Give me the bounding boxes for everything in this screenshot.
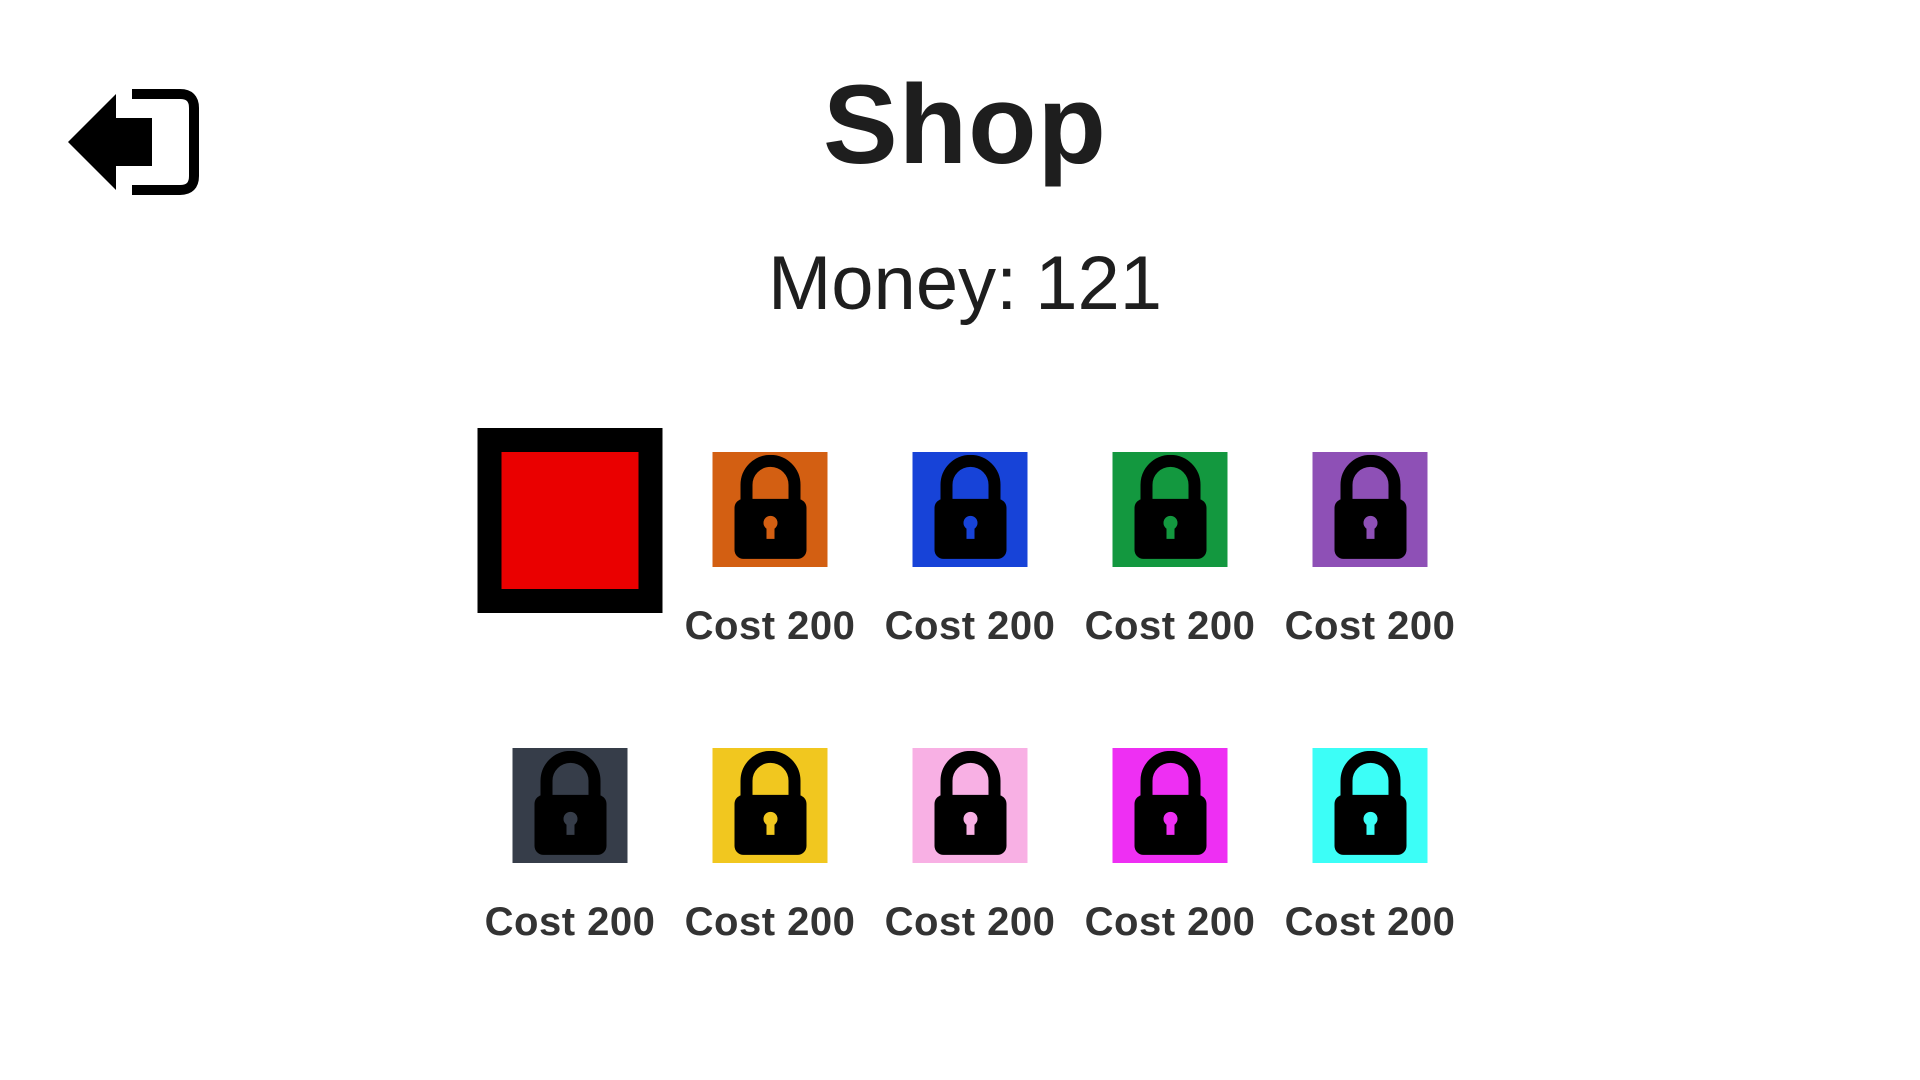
color-swatch	[1112, 452, 1228, 567]
shop-item[interactable]: Cost 200	[1070, 428, 1270, 724]
lock-icon	[934, 454, 1006, 559]
page-title: Shop	[823, 62, 1107, 187]
cost-label: Cost 200	[1284, 900, 1456, 944]
shop-grid: Cost 200 Cost 200 Cost 200 Cost 200 Cost…	[470, 428, 1470, 1020]
color-swatch	[1112, 748, 1228, 863]
money-value: 121	[1035, 241, 1163, 326]
lock-icon	[734, 750, 806, 855]
color-swatch	[477, 428, 663, 613]
shop-item[interactable]: Cost 200	[1070, 724, 1270, 1020]
color-swatch	[1312, 452, 1428, 567]
shop-item[interactable]: Cost 200	[670, 724, 870, 1020]
money-display: Money: 121	[0, 240, 1920, 327]
lock-icon	[734, 454, 806, 559]
shop-item[interactable]: Cost 200	[470, 724, 670, 1020]
shop-item[interactable]	[470, 428, 670, 724]
cost-label: Cost 200	[1284, 604, 1456, 648]
color-swatch	[712, 452, 828, 567]
shop-item[interactable]: Cost 200	[870, 428, 1070, 724]
shop-item[interactable]: Cost 200	[1270, 724, 1470, 1020]
shop-item[interactable]: Cost 200	[870, 724, 1070, 1020]
color-swatch	[912, 452, 1028, 567]
shop-item[interactable]: Cost 200	[1270, 428, 1470, 724]
color-swatch	[712, 748, 828, 863]
lock-icon	[1334, 750, 1406, 855]
color-swatch	[1312, 748, 1428, 863]
lock-icon	[934, 750, 1006, 855]
lock-icon	[534, 750, 606, 855]
color-swatch	[912, 748, 1028, 863]
lock-icon	[1334, 454, 1406, 559]
shop-item[interactable]: Cost 200	[670, 428, 870, 724]
color-swatch	[512, 748, 628, 863]
lock-icon	[1134, 454, 1206, 559]
lock-icon	[1134, 750, 1206, 855]
money-label: Money:	[767, 241, 1018, 326]
